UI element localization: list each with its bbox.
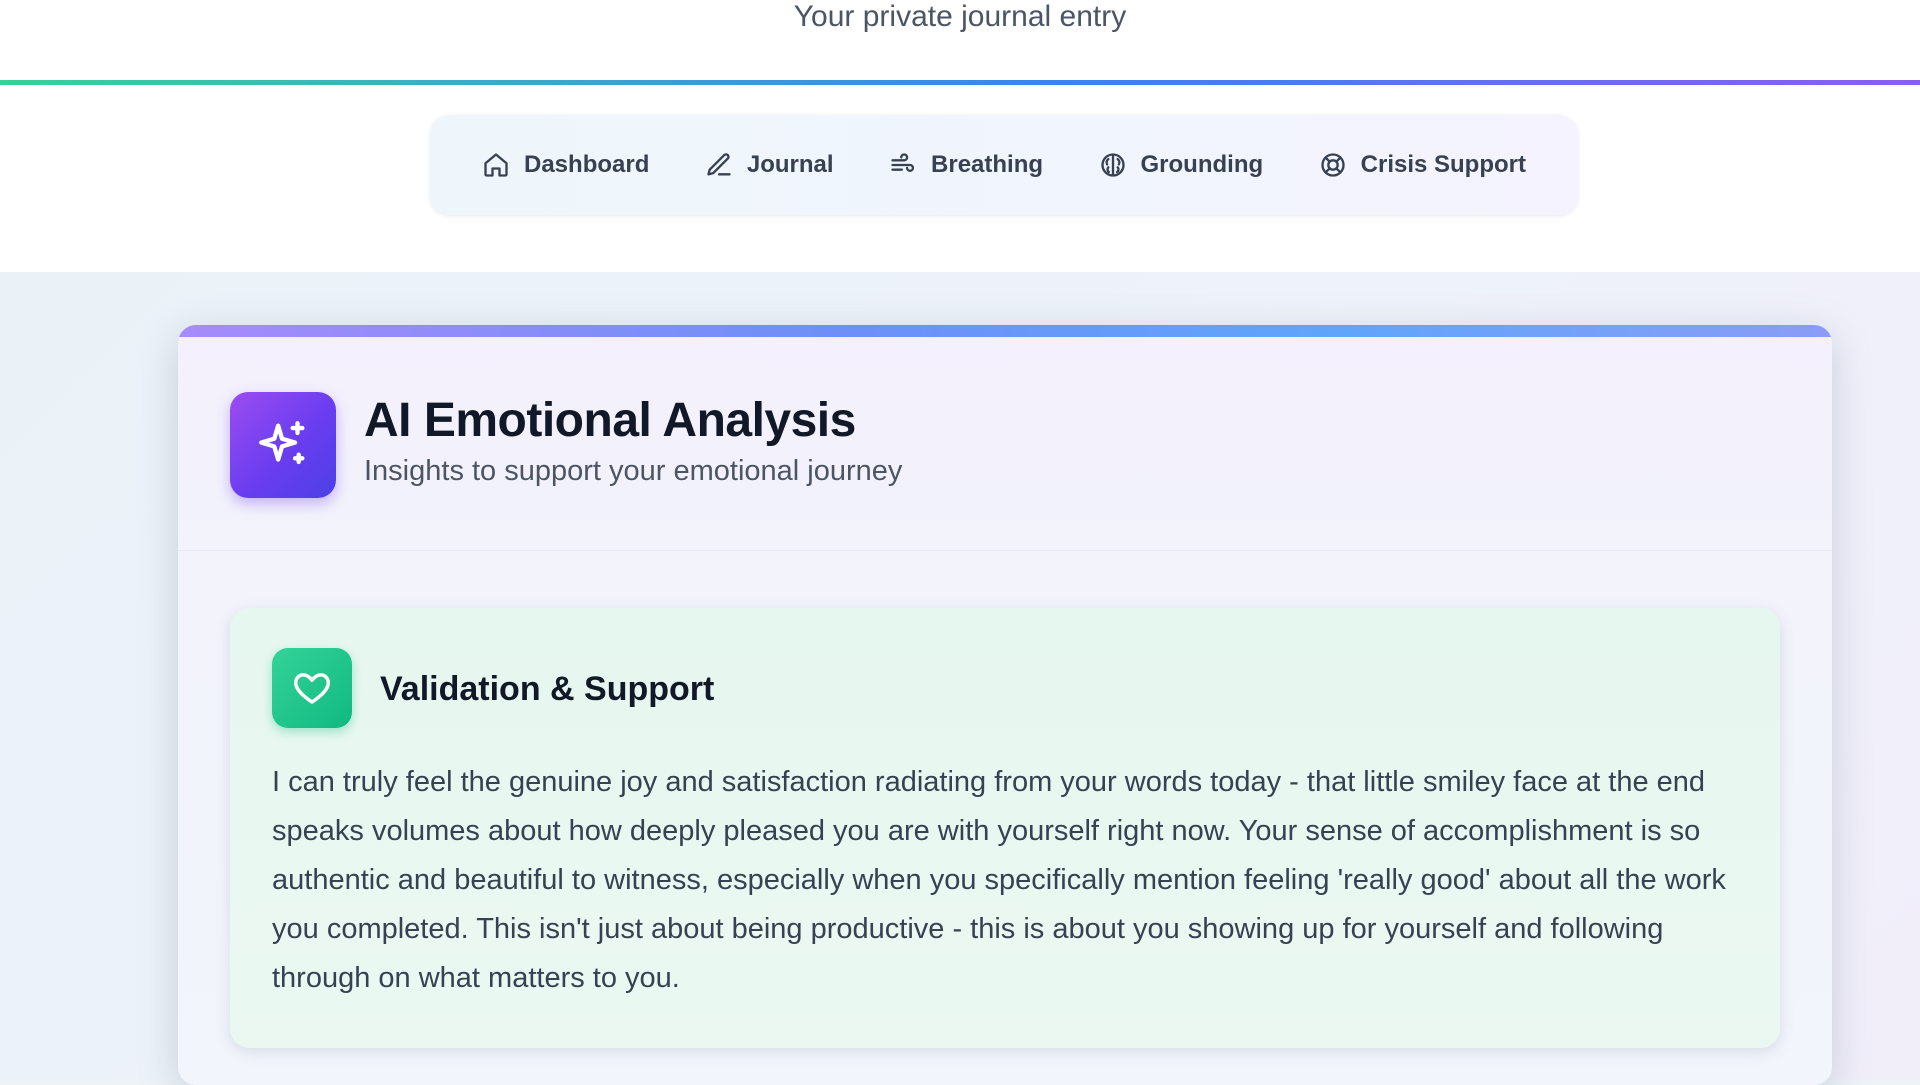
nav-item-journal[interactable]: Journal (693, 141, 846, 189)
nav-item-label: Breathing (931, 151, 1044, 178)
heart-icon (272, 648, 352, 728)
validation-panel: Validation & Support I can truly feel th… (230, 608, 1780, 1048)
sparkles-icon (230, 392, 336, 498)
lifebuoy-icon (1320, 153, 1345, 177)
header-accent-line (0, 80, 1920, 85)
page-subtitle: Your private journal entry (793, 0, 1127, 33)
analysis-title: AI Emotional Analysis (364, 394, 856, 447)
nav-item-label: Grounding (1140, 151, 1264, 178)
nav-item-grounding[interactable]: Grounding (1087, 141, 1276, 189)
validation-text: I can truly feel the genuine joy and sat… (272, 766, 1726, 994)
pencil-icon (707, 153, 731, 176)
card-accent-bar (178, 325, 1832, 337)
wind-icon (891, 153, 915, 172)
top-header: Your private journal entry Dashboard Jou… (0, 0, 1920, 272)
nav-item-dashboard[interactable]: Dashboard (470, 141, 661, 189)
validation-title: Validation & Support (380, 670, 715, 708)
analysis-card: AI Emotional Analysis Insights to suppor… (178, 325, 1832, 1085)
nav-item-label: Crisis Support (1360, 151, 1526, 178)
nav-item-label: Dashboard (524, 151, 650, 178)
nav-item-breathing[interactable]: Breathing (877, 141, 1055, 189)
nav-item-label: Journal (746, 151, 834, 178)
home-icon (484, 153, 508, 177)
main-nav: Dashboard Journal Breathing Grounding Cr… (430, 115, 1578, 215)
analysis-subtitle: Insights to support your emotional journ… (364, 455, 903, 487)
brain-icon (1100, 153, 1125, 177)
card-divider (178, 550, 1832, 551)
nav-item-crisis-support[interactable]: Crisis Support (1307, 141, 1538, 189)
